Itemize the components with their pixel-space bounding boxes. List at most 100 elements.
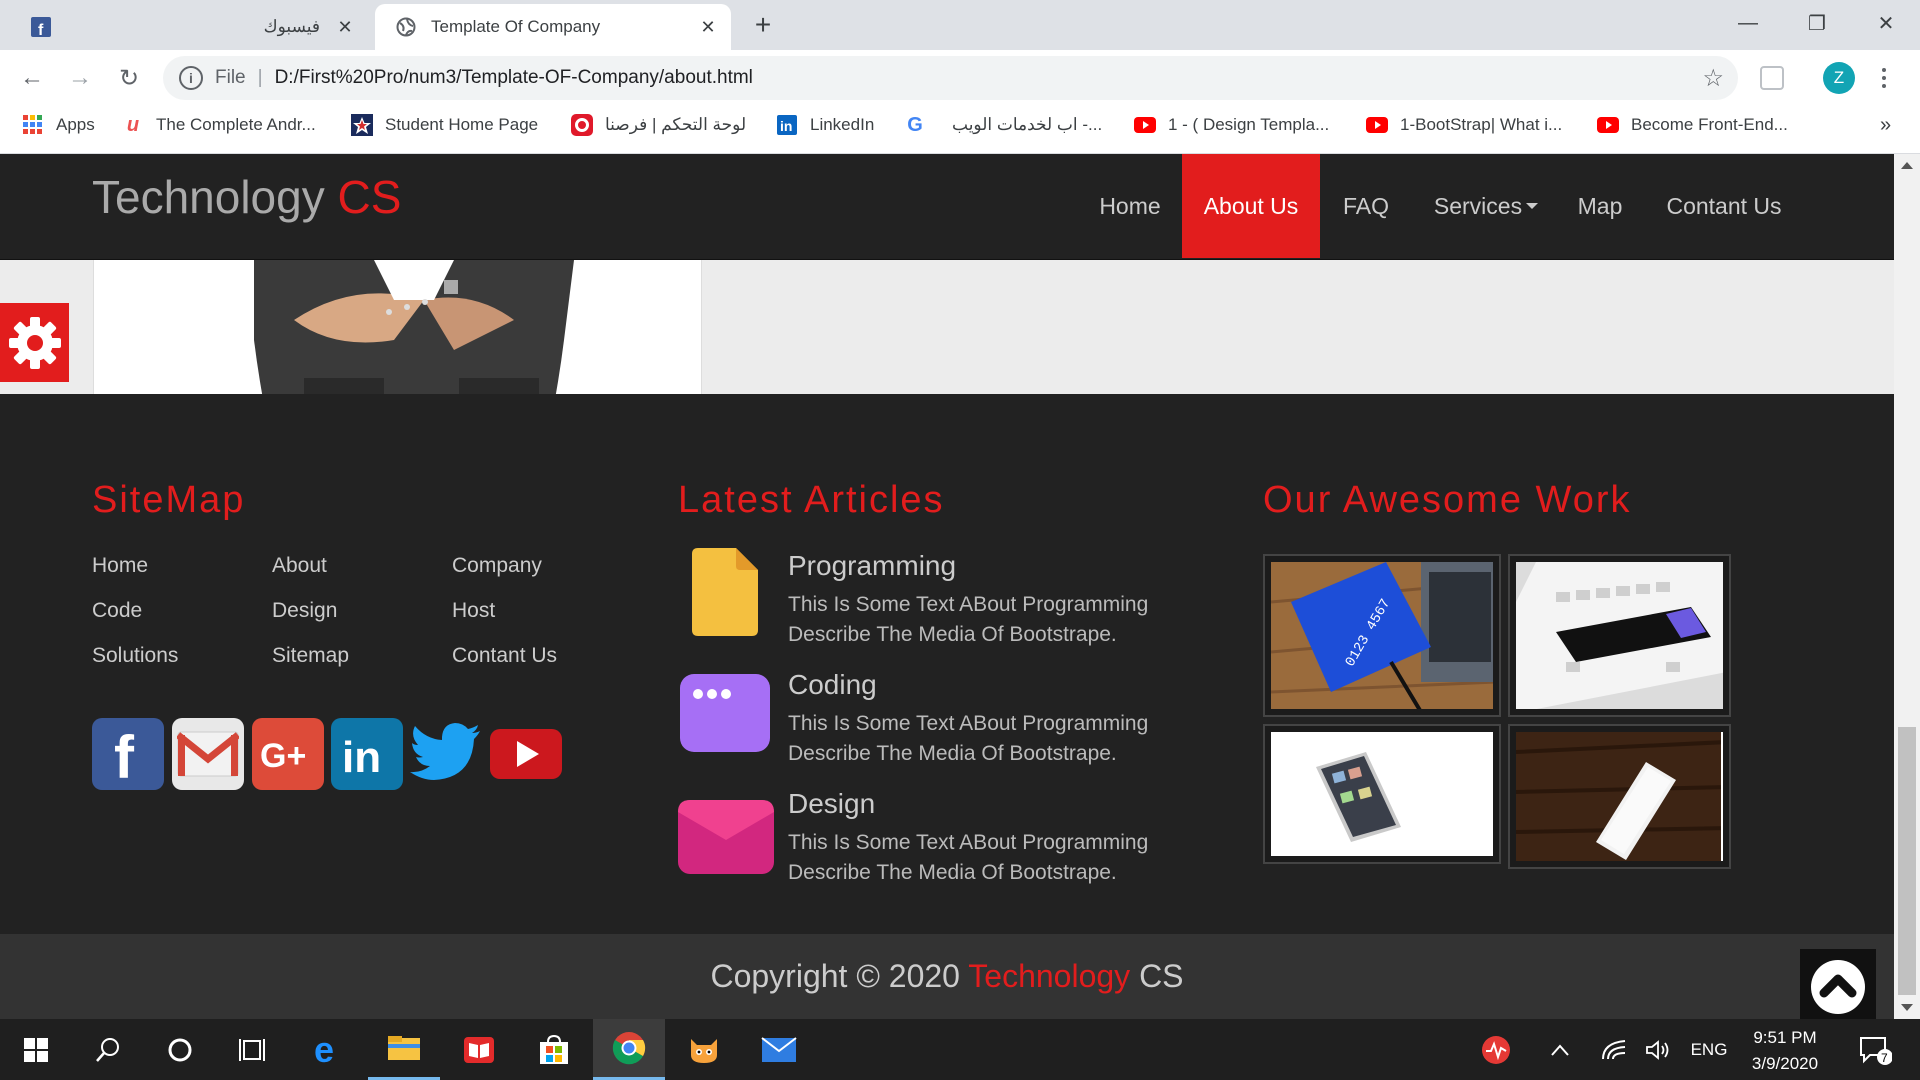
bookmark-bootstrap[interactable]: 1-BootStrap| What i... — [1366, 106, 1562, 144]
input-language[interactable]: ENG — [1684, 1019, 1734, 1080]
gmail-icon[interactable] — [172, 718, 244, 790]
settings-gear-button[interactable] — [0, 303, 69, 382]
health-monitor-icon[interactable] — [1476, 1019, 1516, 1080]
bookmark-design-template[interactable]: 1 - ( Design Templa... — [1134, 106, 1329, 144]
svg-text:f: f — [38, 22, 44, 37]
web-page: Technology CS Home About Us FAQ Services… — [0, 154, 1894, 1019]
article-title-design[interactable]: Design — [788, 788, 875, 820]
star-badge-icon — [351, 114, 373, 136]
sitemap-link-code[interactable]: Code — [92, 599, 142, 623]
bookmark-apps[interactable]: Apps — [22, 106, 95, 144]
nav-contact-us[interactable]: Contant Us — [1650, 154, 1798, 258]
file-explorer-icon[interactable] — [368, 1019, 440, 1080]
close-tab-icon[interactable]: ✕ — [334, 16, 356, 38]
nav-faq[interactable]: FAQ — [1322, 154, 1410, 258]
article-title-programming[interactable]: Programming — [788, 550, 956, 582]
back-icon[interactable]: ← — [16, 62, 48, 94]
reload-icon[interactable]: ↻ — [113, 62, 145, 94]
bookmark-linkedin[interactable]: in LinkedIn — [776, 106, 874, 144]
svg-text:in: in — [780, 118, 792, 134]
twitter-icon[interactable] — [410, 718, 482, 790]
bookmark-star-icon[interactable]: ☆ — [1702, 64, 1724, 93]
scratch-cat-icon[interactable] — [668, 1019, 740, 1080]
articles-title: Latest Articles — [678, 479, 945, 521]
work-image-phone-white — [1271, 732, 1493, 856]
system-clock[interactable]: 9:51 PM 3/9/2020 — [1740, 1025, 1830, 1077]
youtube-icon[interactable] — [490, 729, 562, 779]
scrollbar-thumb[interactable] — [1898, 727, 1916, 995]
windows-start-icon[interactable] — [0, 1019, 72, 1080]
site-navbar: Technology CS Home About Us FAQ Services… — [0, 154, 1894, 260]
work-thumbnail[interactable] — [1508, 554, 1731, 717]
mail-icon[interactable] — [743, 1019, 815, 1080]
new-tab-button[interactable]: + — [748, 9, 778, 40]
search-icon[interactable] — [72, 1019, 144, 1080]
nav-map[interactable]: Map — [1560, 154, 1640, 258]
facebook-icon[interactable]: f — [92, 718, 164, 790]
work-thumbnail[interactable]: 0123 4567 — [1263, 554, 1501, 717]
nav-services[interactable]: Services — [1418, 154, 1554, 258]
bookmark-web-services[interactable]: اب لخدمات الويب -... — [952, 106, 1102, 144]
linkedin-icon[interactable]: in — [331, 718, 403, 790]
cortana-icon[interactable] — [144, 1019, 216, 1080]
wifi-icon[interactable] — [1594, 1019, 1634, 1080]
page-scrollbar[interactable] — [1894, 154, 1920, 1019]
clock-date: 3/9/2020 — [1751, 1054, 1819, 1073]
chevron-up-icon — [1811, 960, 1865, 1014]
sitemap-link-host[interactable]: Host — [452, 599, 495, 623]
scroll-to-top-button[interactable] — [1800, 949, 1876, 1019]
google-plus-icon[interactable]: G+ — [252, 718, 324, 790]
restore-icon[interactable]: ❐ — [1797, 6, 1837, 40]
extension-icon[interactable] — [1760, 66, 1784, 90]
profile-avatar[interactable]: Z — [1823, 62, 1855, 94]
sitemap-link-design[interactable]: Design — [272, 599, 337, 623]
work-image-calculator: 0123 4567 — [1271, 562, 1493, 709]
bookmarks-overflow-button[interactable]: » — [1880, 106, 1891, 144]
bookmark-forsa[interactable]: لوحة التحكم | فرصنا — [571, 106, 746, 144]
reader-app-icon[interactable] — [443, 1019, 515, 1080]
bookmark-google[interactable]: G — [904, 106, 938, 144]
chrome-icon[interactable] — [593, 1019, 665, 1080]
volume-icon[interactable] — [1638, 1019, 1678, 1080]
sitemap-link-sitemap[interactable]: Sitemap — [272, 644, 349, 668]
site-brand[interactable]: Technology CS — [92, 170, 401, 224]
chevron-up-icon[interactable] — [1540, 1019, 1580, 1080]
sitemap-link-company[interactable]: Company — [452, 554, 542, 578]
brand-highlight: CS — [337, 171, 402, 223]
close-tab-icon[interactable]: ✕ — [697, 16, 719, 38]
copyright-text: Copyright © 2020 Technology CS — [0, 958, 1894, 995]
minimize-icon[interactable]: — — [1728, 6, 1768, 40]
copyright-brand-highlight: Technology — [968, 958, 1131, 994]
sitemap-link-contact-us[interactable]: Contant Us — [452, 644, 557, 668]
bookmark-student-home[interactable]: Student Home Page — [351, 106, 538, 144]
tab-facebook[interactable]: f فيسبوك ✕ — [10, 4, 368, 50]
work-thumbnail[interactable] — [1508, 724, 1731, 869]
bookmark-front-end[interactable]: Become Front-End... — [1597, 106, 1788, 144]
sitemap-link-about[interactable]: About — [272, 554, 327, 578]
nav-home[interactable]: Home — [1080, 154, 1180, 258]
sitemap-link-home[interactable]: Home — [92, 554, 148, 578]
sitemap-link-solutions[interactable]: Solutions — [92, 644, 178, 668]
tab-template-of-company[interactable]: Template Of Company ✕ — [375, 4, 731, 50]
edge-icon[interactable]: e — [293, 1019, 365, 1080]
facebook-icon: f — [30, 16, 52, 38]
scroll-down-arrow[interactable] — [1901, 1004, 1913, 1011]
browser-toolbar: ← → ↻ i File | D:/First%20Pro/num3/Templ… — [0, 50, 1920, 106]
task-view-icon[interactable] — [216, 1019, 288, 1080]
bookmark-udemy[interactable]: u The Complete Andr... — [122, 106, 316, 144]
article-title-coding[interactable]: Coding — [788, 669, 877, 701]
store-icon[interactable] — [518, 1019, 590, 1080]
info-icon[interactable]: i — [179, 66, 203, 90]
close-window-icon[interactable]: ✕ — [1866, 6, 1906, 40]
scroll-up-arrow[interactable] — [1901, 162, 1913, 169]
forward-icon[interactable]: → — [64, 62, 96, 94]
work-thumbnail[interactable] — [1263, 724, 1501, 864]
work-image-phone-wood — [1516, 732, 1723, 861]
youtube-icon — [1366, 114, 1388, 136]
article-text: This Is Some Text ABout Programming Desc… — [788, 712, 1149, 765]
address-bar[interactable]: i File | D:/First%20Pro/num3/Template-OF… — [163, 56, 1738, 100]
notification-count: 7 — [1881, 1051, 1888, 1065]
notifications-icon[interactable]: 7 — [1850, 1019, 1900, 1080]
menu-icon[interactable] — [1876, 62, 1892, 94]
nav-about-us[interactable]: About Us — [1182, 154, 1320, 258]
